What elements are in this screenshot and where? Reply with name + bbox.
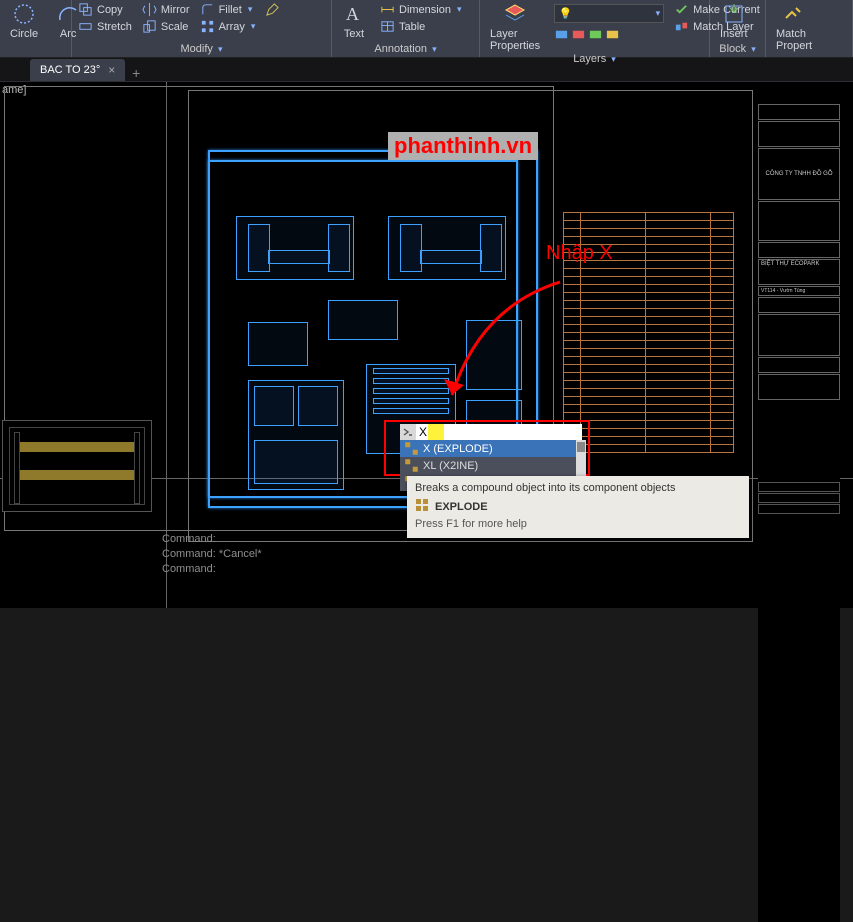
mirror-button[interactable]: Mirror [142,2,190,17]
insert-icon [722,2,746,26]
circle-label: Circle [10,28,38,40]
svg-text:A: A [346,4,359,24]
block-panel-label: Block ▾ [716,42,759,57]
layer-tool-icon[interactable] [605,27,620,42]
dimension-icon [380,2,395,17]
new-tab-button[interactable]: + [125,65,147,81]
chevron-down-icon: ▾ [457,4,462,15]
fillet-icon [200,2,215,17]
command-tooltip: Breaks a compound object into its compon… [407,476,749,538]
table-icon [380,19,395,34]
layers-panel-label: Layers ▾ [486,52,703,67]
bulb-icon: 💡 [558,6,573,21]
dimension-button[interactable]: Dimension▾ [380,2,462,17]
scale-icon [142,19,157,34]
match-properties-button[interactable]: Match Propert [772,2,816,52]
fillet-button[interactable]: Fillet▾ [200,2,256,17]
history-line: Command: *Cancel* [162,547,382,562]
text-icon: A [342,2,366,26]
model-space[interactable]: ame] CÔNG TY TNHH ĐỒ GỖ [0,82,853,608]
close-icon[interactable]: × [108,63,115,77]
circle-icon [12,2,36,26]
tooltip-description: Breaks a compound object into its compon… [415,482,741,494]
stretch-icon [78,19,93,34]
layers-icon [503,2,527,26]
document-tabs: BAC TO 23° × + [0,58,853,82]
history-line: Command: [162,562,382,577]
annotation-panel-label: Annotation ▾ [338,42,473,57]
modify-more-button[interactable] [265,2,280,17]
watermark-text: phanthinh.vn [388,132,538,160]
autocomplete-item[interactable]: XL (X2INE) [400,457,586,474]
match-layer-icon [674,19,689,34]
explode-icon [415,498,429,515]
array-button[interactable]: Array▾ [200,19,256,34]
tab-title: BAC TO 23° [40,64,100,76]
layer-tool-icon[interactable] [554,27,569,42]
chevron-down-icon: ▾ [248,4,253,15]
command-icon [404,441,419,456]
layer-tool-icon[interactable] [588,27,603,42]
chevron-down-icon: ▾ [251,21,256,32]
layer-dropdown[interactable]: 💡▾ [554,4,664,23]
insert-button[interactable]: Insert [716,2,752,40]
tab-active[interactable]: BAC TO 23° × [30,59,125,81]
match-icon [782,2,806,26]
table-button[interactable]: Table [380,19,462,34]
circle-button[interactable]: Circle [6,2,42,40]
copy-icon [78,2,93,17]
array-icon [200,19,215,34]
pencil-icon [265,2,280,17]
tooltip-help: Press F1 for more help [415,518,741,530]
command-icon [404,458,419,473]
secondary-drawing[interactable] [2,420,152,512]
dynamic-input[interactable] [400,424,582,440]
text-button[interactable]: A Text [338,2,370,40]
ribbon: Circle Arc Copy Stretch Mirror Scale Fil… [0,0,853,58]
layer-tool-icon[interactable] [571,27,586,42]
modify-panel-label: Modify ▾ [78,42,325,57]
annotation-label: Nhập X [546,242,613,265]
command-prompt-icon [400,424,416,440]
copy-button[interactable]: Copy [78,2,132,17]
layer-properties-button[interactable]: Layer Properties [486,2,544,52]
stretch-button[interactable]: Stretch [78,19,132,34]
autocomplete-item[interactable]: X (EXPLODE) [400,440,586,457]
mirror-icon [142,2,157,17]
command-history: Command:Command: *Cancel*Command: [162,532,382,577]
history-line: Command: [162,532,382,547]
titleblock: CÔNG TY TNHH ĐỒ GỖ BIỆT THỰ ECOPARK VT11… [758,104,840,544]
scale-button[interactable]: Scale [142,19,190,34]
tooltip-title: EXPLODE [435,501,488,513]
make-current-icon [674,2,689,17]
